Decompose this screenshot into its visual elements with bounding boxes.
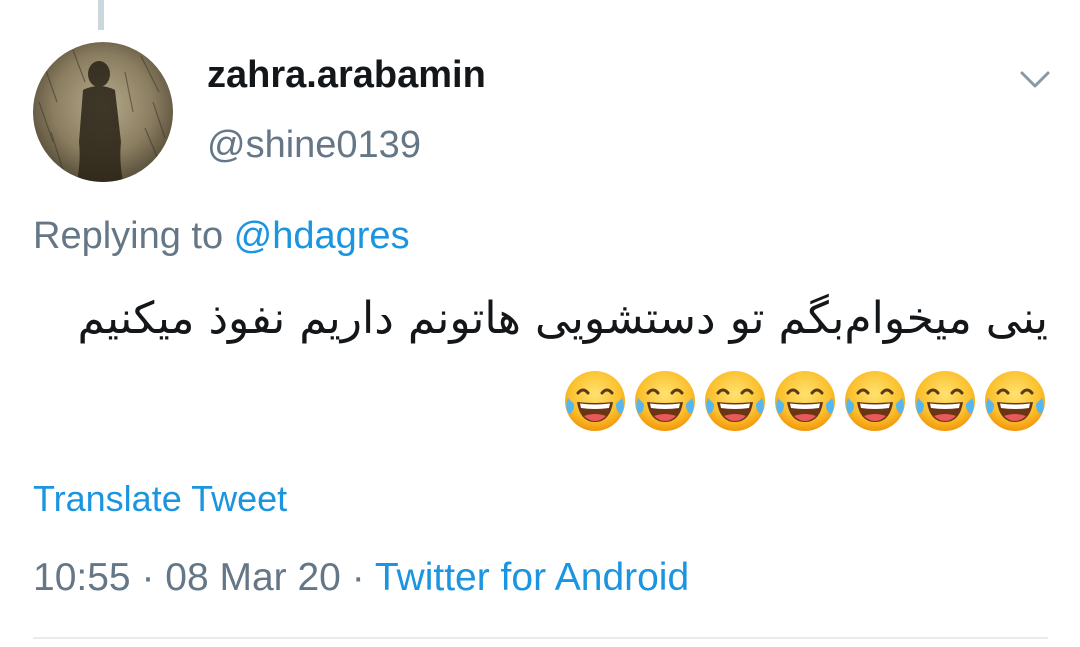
face-with-tears-of-joy-icon [772,368,838,434]
face-with-tears-of-joy-icon [702,368,768,434]
reply-mention-link[interactable]: @hdagres [234,215,410,257]
face-with-tears-of-joy-icon [842,368,908,434]
tweet-date: 08 Mar 20 [165,556,341,599]
translate-tweet-link[interactable]: Translate Tweet [33,478,287,520]
tweet-time: 10:55 [33,556,131,599]
tweet-body: ینی میخوام‌بگم تو دستشویی هاتونم داریم ن… [77,293,1048,344]
divider [33,637,1048,639]
avatar[interactable] [33,42,173,182]
meta-separator: · [340,556,375,599]
tweet-source-link[interactable]: Twitter for Android [375,556,689,599]
thread-connector-line [98,0,104,30]
tweet-text: ینی میخوام‌بگم تو دستشویی هاتونم داریم ن… [33,280,1048,438]
tweet-detail: zahra.arabamin @shine0139 Replying to @h… [0,0,1080,647]
display-name[interactable]: zahra.arabamin [207,54,486,97]
meta-separator: · [130,556,166,599]
face-with-tears-of-joy-icon [912,368,978,434]
user-handle[interactable]: @shine0139 [207,124,421,167]
chevron-down-icon[interactable] [1018,64,1052,94]
replying-to-label: Replying to [33,215,234,257]
face-with-tears-of-joy-icon [632,368,698,434]
face-with-tears-of-joy-icon [562,368,628,434]
face-with-tears-of-joy-icon [982,368,1048,434]
replying-to-line: Replying to @hdagres [33,215,410,258]
tweet-meta: 10:55 · 08 Mar 20 · Twitter for Android [33,556,689,600]
avatar-photo [33,42,173,182]
emoji-group [558,360,1048,438]
